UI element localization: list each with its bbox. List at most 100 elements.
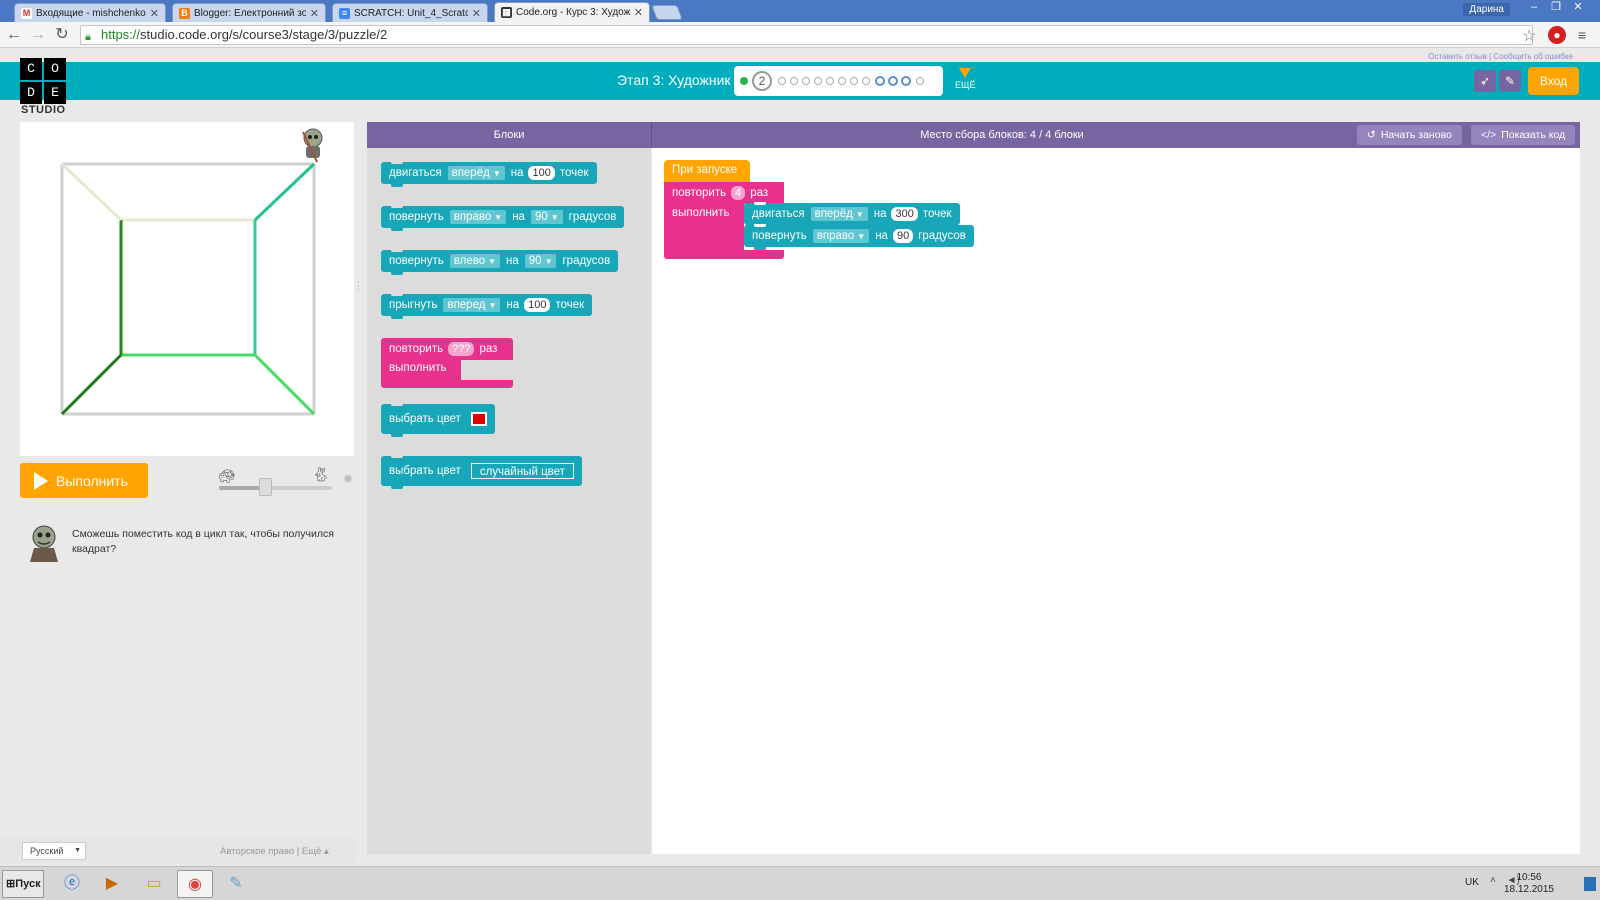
footer-links[interactable]: Авторское право | Ещё ▴ (220, 846, 329, 857)
angle-dropdown[interactable]: 90 ▼ (524, 254, 557, 268)
media-player-icon[interactable]: ▶ (94, 870, 130, 898)
menu-icon[interactable]: ≡ (1573, 26, 1591, 44)
windows-logo-icon: ⊞ (6, 878, 16, 890)
block-prep: на (873, 208, 887, 220)
number-field[interactable]: 300 (891, 207, 918, 221)
close-icon[interactable]: ✕ (634, 6, 643, 19)
tab-scratch[interactable]: ≡ SCRATCH: Unit_4_Scratch_ ✕ (332, 3, 488, 22)
close-icon[interactable]: ✕ (472, 7, 481, 20)
puzzle-dot[interactable] (838, 77, 846, 85)
angle-dropdown[interactable]: 90 ▼ (530, 210, 563, 224)
random-color-field[interactable]: случайный цвет (470, 463, 574, 479)
number-field[interactable]: 100 (528, 166, 555, 180)
direction-dropdown[interactable]: влево ▼ (449, 254, 501, 268)
ie-icon[interactable]: ⓔ (54, 870, 90, 898)
puzzle-dot[interactable] (862, 77, 870, 85)
direction-dropdown[interactable]: вправо ▼ (812, 229, 870, 243)
show-code-button[interactable]: </> Показать код (1471, 125, 1576, 145)
puzzle-dot[interactable] (826, 77, 834, 85)
puzzle-dot[interactable] (850, 77, 858, 85)
pencil-icon[interactable]: ✎ (1499, 70, 1521, 92)
start-button[interactable]: ⊞Пуск (2, 870, 44, 898)
speed-slider-handle[interactable] (259, 478, 272, 496)
minimize-icon[interactable]: – (1523, 0, 1545, 16)
program-turn-block[interactable]: повернуть вправо ▼ на 90 градусов (744, 224, 974, 250)
repeat-count-field[interactable]: 4 (731, 186, 746, 200)
logo-studio-text: STUDIO (21, 104, 66, 116)
chrome-icon[interactable]: ◉ (177, 870, 213, 898)
close-window-icon[interactable]: ✕ (1567, 0, 1589, 16)
puzzle-dot-assessment[interactable] (888, 76, 898, 86)
puzzle-dot-completed[interactable] (740, 77, 748, 85)
puzzle-dot-assessment[interactable] (875, 76, 885, 86)
puzzle-dot[interactable] (790, 77, 798, 85)
direction-dropdown[interactable]: вправо ▼ (449, 210, 507, 224)
puzzle-dot[interactable] (802, 77, 810, 85)
forward-icon[interactable]: → (28, 25, 48, 45)
direction-dropdown[interactable]: вперёд ▼ (810, 207, 868, 221)
back-icon[interactable]: ← (4, 25, 24, 45)
language-value: Русский (30, 846, 64, 856)
color-swatch[interactable] (470, 412, 487, 426)
address-bar[interactable]: 🔒︎ https://studio.code.org/s/course3/sta… (80, 25, 1533, 45)
set-random-color-block[interactable]: выбрать цвет случайный цвет (381, 455, 582, 489)
dropdown-value: 90 (528, 255, 542, 267)
direction-dropdown[interactable]: вперед ▼ (443, 298, 501, 312)
block-prep: на (506, 255, 519, 267)
pane-resize-handle[interactable]: · · · (357, 278, 361, 294)
block-unit: раз (750, 187, 769, 199)
browser-user[interactable]: Дарина (1463, 3, 1510, 16)
browser-toolbar: ← → ↻ 🔒︎ https://studio.code.org/s/cours… (0, 22, 1600, 48)
number-field[interactable]: 100 (524, 298, 551, 312)
set-color-block[interactable]: выбрать цвет (381, 403, 495, 437)
run-label: Выполнить (56, 472, 128, 489)
repeat-count-field[interactable]: ??? (448, 342, 475, 356)
when-run-block[interactable]: При запуске (664, 160, 750, 182)
tray-clock[interactable]: 10:56 18.12.2015 (1504, 872, 1554, 896)
tray-expand-icon[interactable]: ˄ (1490, 875, 1496, 886)
puzzle-dot-current[interactable]: 2 (752, 71, 772, 91)
restart-button[interactable]: ↺ Начать заново (1357, 125, 1462, 145)
dropdown-arrow-icon: ▼ (544, 257, 553, 266)
signin-button[interactable]: Вход (1528, 67, 1579, 95)
restart-label: Начать заново (1380, 129, 1452, 141)
jump-forward-block[interactable]: прыгнуть вперед ▼ на 100 точек (381, 293, 593, 319)
reload-icon[interactable]: ↻ (52, 25, 72, 45)
close-icon[interactable]: ✕ (150, 7, 159, 20)
block-label: выбрать цвет (389, 465, 461, 477)
tab-gmail[interactable]: M Входящие - mishchenko.an ✕ (14, 3, 166, 22)
repeat-block-bottom (381, 380, 513, 388)
paint-icon[interactable]: ✎ (218, 870, 254, 898)
tab-codeorg[interactable]: ▦ Code.org - Курс 3: Художни ✕ (494, 2, 650, 22)
language-select[interactable]: Русский ▼ (22, 842, 86, 860)
folder-icon[interactable]: ▭ (136, 870, 172, 898)
new-tab-button[interactable] (651, 5, 683, 20)
move-forward-block[interactable]: двигаться вперёд ▼ на 100 точек (381, 161, 597, 187)
puzzle-dot-assessment[interactable] (901, 76, 911, 86)
speed-slider[interactable] (219, 486, 332, 490)
adblock-icon[interactable]: ● (1548, 26, 1566, 44)
more-puzzles-button[interactable]: ЕЩЁ (955, 68, 975, 90)
rocket-icon[interactable]: ➶ (1474, 70, 1496, 92)
close-icon[interactable]: ✕ (310, 7, 319, 20)
code-studio-logo[interactable]: C O D E STUDIO (20, 58, 68, 118)
run-button[interactable]: Выполнить (20, 463, 148, 498)
direction-dropdown[interactable]: вперёд ▼ (447, 166, 505, 180)
gmail-icon: M (21, 7, 32, 19)
turn-right-block[interactable]: повернуть вправо ▼ на 90 ▼ градусов (381, 205, 625, 231)
puzzle-dot[interactable] (916, 77, 924, 85)
tab-blogger[interactable]: B Blogger: Електронний зош ✕ (172, 3, 326, 22)
program-move-block[interactable]: двигаться вперёд ▼ на 300 точек (744, 202, 960, 228)
puzzle-dot[interactable] (814, 77, 822, 85)
show-desktop-button[interactable] (1584, 877, 1596, 891)
bookmark-star-icon[interactable]: ☆ (1522, 26, 1536, 46)
turn-left-block[interactable]: повернуть влево ▼ на 90 ▼ градусов (381, 249, 619, 275)
restore-icon[interactable]: ❐ (1545, 0, 1567, 16)
workspace-canvas[interactable]: При запуске повторить 4 раз выполнить двиг… (652, 148, 1580, 854)
puzzle-dot[interactable] (778, 77, 786, 85)
number-field[interactable]: 90 (892, 229, 914, 243)
feedback-links[interactable]: Оставить отзыв | Сообщить об ошибке (1428, 52, 1573, 61)
program-repeat-top[interactable]: повторить 4 раз (664, 182, 784, 204)
block-verb: двигаться (389, 167, 442, 179)
keyboard-layout[interactable]: UK (1465, 877, 1479, 888)
